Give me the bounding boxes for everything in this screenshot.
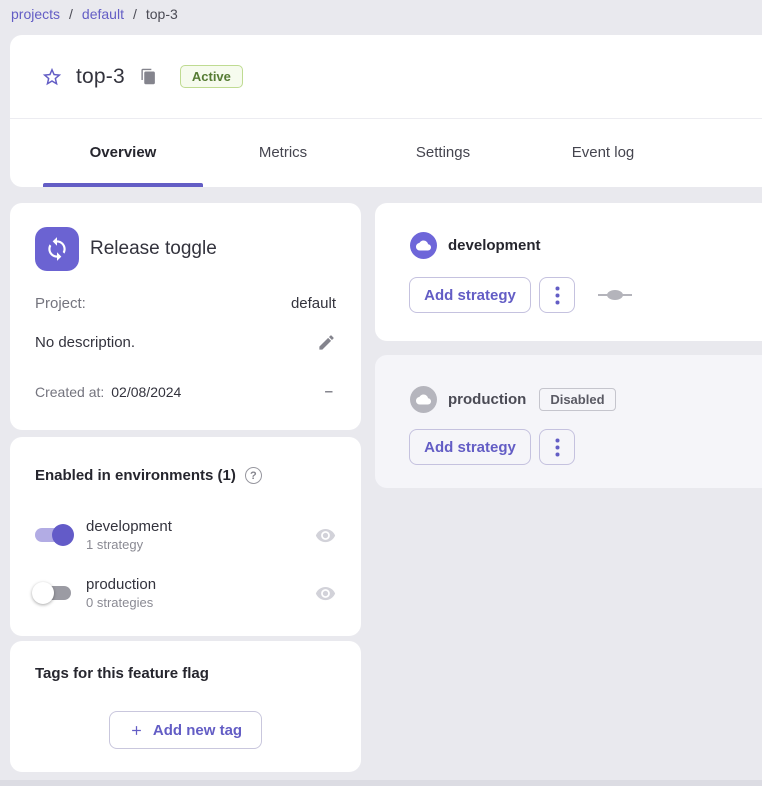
lifecycle-placeholder: –: [325, 383, 336, 400]
development-strategy-panel: development Add strategy: [375, 203, 762, 341]
strategy-count: 0 strategies: [86, 595, 156, 610]
environment-more-options-button[interactable]: [539, 429, 575, 465]
visibility-eye-icon[interactable]: [315, 525, 336, 546]
project-value: default: [291, 295, 336, 312]
breadcrumb-link-projects[interactable]: projects: [11, 6, 60, 22]
project-row: Project: default: [35, 295, 336, 312]
project-label: Project:: [35, 295, 86, 312]
enabled-environments-title: Enabled in environments (1): [35, 467, 236, 484]
breadcrumb-separator: /: [133, 6, 137, 22]
visibility-eye-icon[interactable]: [315, 583, 336, 604]
environment-panel-name: development: [448, 237, 541, 254]
breadcrumb: projects / default / top-3: [11, 0, 178, 27]
add-new-tag-button[interactable]: Add new tag: [109, 711, 262, 749]
kebab-menu-icon: [555, 286, 560, 305]
plus-icon: [129, 723, 144, 738]
description-row: No description.: [35, 333, 336, 352]
tags-title: Tags for this feature flag: [35, 665, 209, 682]
development-toggle[interactable]: [32, 523, 74, 547]
created-label: Created at:: [35, 384, 104, 400]
disabled-badge: Disabled: [539, 388, 615, 411]
favorite-star-icon[interactable]: [41, 66, 63, 88]
strategy-connector-icon: [598, 290, 632, 300]
cloud-environment-icon: [410, 232, 437, 259]
cloud-environment-icon: [410, 386, 437, 413]
status-badge: Active: [180, 65, 243, 88]
tab-overview[interactable]: Overview: [43, 118, 203, 187]
environment-name: development: [86, 518, 172, 535]
edit-description-icon[interactable]: [317, 333, 336, 352]
breadcrumb-current: top-3: [146, 6, 178, 22]
tab-label: Metrics: [259, 144, 307, 161]
created-value: 02/08/2024: [111, 384, 181, 400]
created-row: Created at: 02/08/2024 –: [35, 383, 336, 400]
horizontal-scrollbar[interactable]: [0, 780, 762, 786]
environment-more-options-button[interactable]: [539, 277, 575, 313]
kebab-menu-icon: [555, 438, 560, 457]
header-card: top-3 Active Overview Metrics Settings E…: [10, 35, 762, 187]
flag-type-label: Release toggle: [90, 227, 217, 271]
production-strategy-panel: production Disabled Add strategy: [375, 355, 762, 488]
description-text: No description.: [35, 334, 135, 351]
tab-bar: Overview Metrics Settings Event log: [43, 118, 683, 187]
breadcrumb-separator: /: [69, 6, 73, 22]
page-title: top-3: [76, 65, 125, 89]
add-strategy-button[interactable]: Add strategy: [409, 429, 531, 465]
tab-metrics[interactable]: Metrics: [203, 118, 363, 187]
tags-card: Tags for this feature flag Add new tag: [10, 641, 361, 772]
tab-label: Settings: [416, 144, 470, 161]
breadcrumb-link-default[interactable]: default: [82, 6, 124, 22]
environment-row-development: development 1 strategy: [32, 513, 336, 557]
environment-row-production: production 0 strategies: [32, 571, 336, 615]
add-new-tag-label: Add new tag: [153, 722, 242, 739]
copy-name-icon[interactable]: [140, 68, 157, 85]
tab-event-log[interactable]: Event log: [523, 118, 683, 187]
environment-panel-name: production: [448, 391, 526, 408]
add-strategy-button[interactable]: Add strategy: [409, 277, 531, 313]
tab-label: Overview: [90, 144, 157, 161]
environment-name: production: [86, 576, 156, 593]
flag-overview-card: Release toggle Project: default No descr…: [10, 203, 361, 430]
enabled-environments-card: Enabled in environments (1) ? developmen…: [10, 437, 361, 636]
strategy-count: 1 strategy: [86, 537, 172, 552]
help-icon[interactable]: ?: [245, 467, 262, 484]
title-row: top-3 Active: [41, 35, 243, 118]
tab-label: Event log: [572, 144, 635, 161]
release-toggle-icon: [35, 227, 79, 271]
production-toggle[interactable]: [32, 581, 74, 605]
feature-flag-page: projects / default / top-3 top-3 Active …: [0, 0, 762, 786]
tab-settings[interactable]: Settings: [363, 118, 523, 187]
